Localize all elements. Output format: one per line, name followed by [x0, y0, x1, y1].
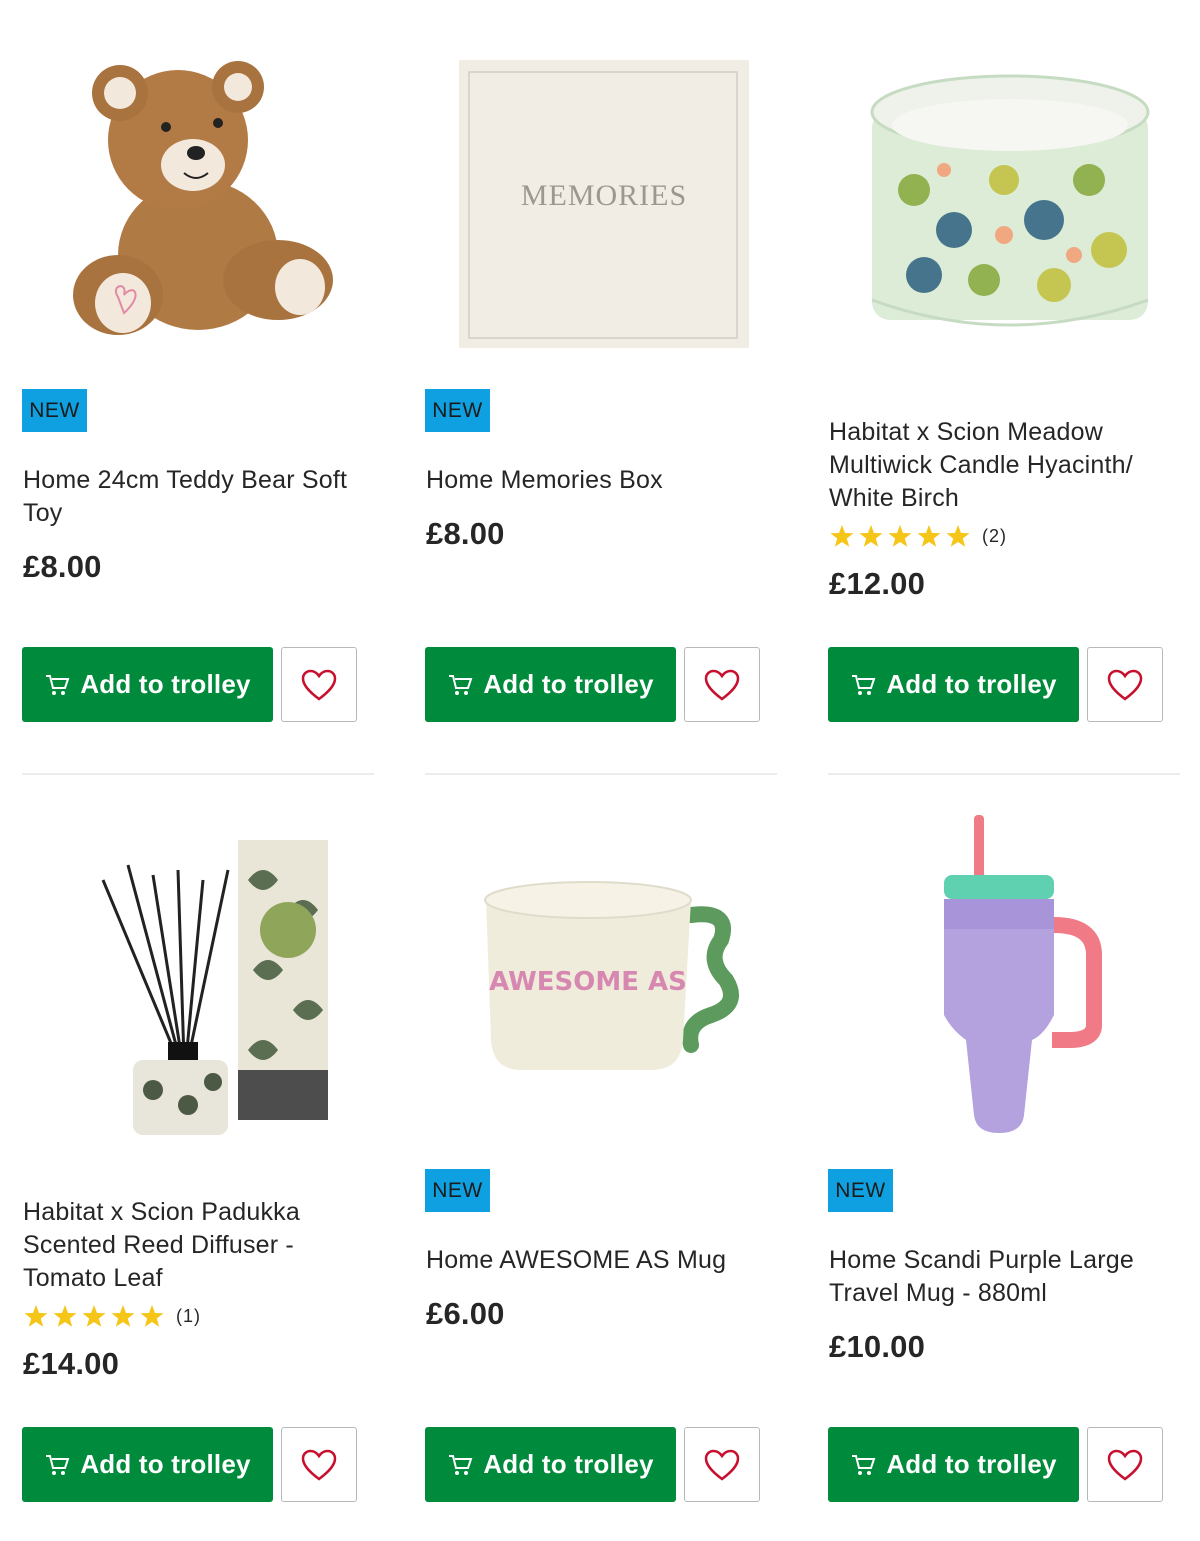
add-to-trolley-button[interactable]: Add to trolley [425, 1427, 676, 1502]
add-to-trolley-label: Add to trolley [886, 1449, 1057, 1479]
wishlist-button[interactable] [281, 1427, 357, 1502]
add-to-trolley-label: Add to trolley [80, 669, 251, 699]
star-icon [111, 1305, 135, 1327]
new-badge: NEW [425, 389, 490, 432]
wishlist-button[interactable] [684, 1427, 760, 1502]
memories-box-icon: MEMORIES [459, 60, 749, 348]
product-image[interactable]: MEMORIES [425, 30, 777, 370]
product-price: £8.00 [23, 549, 102, 584]
wishlist-button[interactable] [281, 647, 357, 722]
product-price: £10.00 [829, 1329, 926, 1364]
product-title-line: Scented Reed Diffuser - [23, 1231, 294, 1259]
product-title[interactable]: Home 24cm Teddy Bear Soft Toy [23, 464, 347, 530]
star-icon [82, 1305, 106, 1327]
wishlist-button[interactable] [1087, 647, 1163, 722]
product-title-line: Toy [23, 499, 63, 527]
heart-icon [301, 1449, 337, 1481]
floral-candle-icon [870, 74, 1150, 327]
product-title-line: Home Scandi Purple Large [829, 1246, 1134, 1274]
star-icon [888, 525, 912, 547]
product-image[interactable]: AWESOME AS [425, 810, 777, 1150]
star-icon [946, 525, 970, 547]
teddy-bear-icon [73, 61, 333, 335]
add-to-trolley-button[interactable]: Add to trolley [425, 647, 676, 722]
product-title[interactable]: Habitat x Scion Padukka Scented Reed Dif… [23, 1196, 300, 1295]
product-price: £14.00 [23, 1346, 120, 1381]
product-title-line: Home Memories Box [426, 466, 663, 494]
product-title[interactable]: Home AWESOME AS Mug [426, 1244, 726, 1277]
new-badge: NEW [22, 389, 87, 432]
heart-icon [301, 669, 337, 701]
trolley-icon [449, 674, 473, 695]
product-price: £12.00 [829, 566, 926, 601]
heart-icon [704, 1449, 740, 1481]
wishlist-button[interactable] [684, 647, 760, 722]
add-to-trolley-label: Add to trolley [80, 1449, 251, 1479]
add-to-trolley-label: Add to trolley [886, 669, 1057, 699]
product-title-line: Travel Mug - 880ml [829, 1279, 1048, 1307]
product-title-line: Habitat x Scion Meadow [829, 418, 1103, 446]
heart-icon [1107, 1449, 1143, 1481]
review-count: (1) [176, 1305, 201, 1326]
star-icon [917, 525, 941, 547]
review-count: (2) [982, 525, 1007, 546]
product-title-line: Multiwick Candle Hyacinth/ [829, 451, 1133, 479]
product-title-line: Home AWESOME AS Mug [426, 1246, 727, 1274]
product-image[interactable] [828, 810, 1180, 1150]
heart-icon [1107, 669, 1143, 701]
trolley-icon [46, 674, 70, 695]
add-to-trolley-button[interactable]: Add to trolley [22, 1427, 273, 1502]
star-rating[interactable]: (2) [829, 523, 1007, 549]
product-image[interactable] [22, 810, 374, 1150]
new-badge: NEW [425, 1169, 490, 1212]
product-title[interactable]: Home Memories Box [426, 464, 663, 497]
star-icon [53, 1305, 77, 1327]
add-to-trolley-button[interactable]: Add to trolley [828, 1427, 1079, 1502]
reed-diffuser-icon [101, 840, 328, 1135]
wishlist-button[interactable] [1087, 1427, 1163, 1502]
trolley-icon [449, 1454, 473, 1475]
product-image[interactable] [828, 30, 1180, 370]
add-to-trolley-label: Add to trolley [483, 669, 654, 699]
add-to-trolley-label: Add to trolley [483, 1449, 654, 1479]
product-title-line: Habitat x Scion Padukka [23, 1198, 300, 1226]
new-badge: NEW [828, 1169, 893, 1212]
row-divider [828, 773, 1180, 775]
trolley-icon [46, 1454, 70, 1475]
heart-icon [704, 669, 740, 701]
mug-icon: AWESOME AS [484, 881, 739, 1070]
add-to-trolley-button[interactable]: Add to trolley [828, 647, 1079, 722]
row-divider [22, 773, 374, 775]
add-to-trolley-button[interactable]: Add to trolley [22, 647, 273, 722]
memories-box-text: MEMORIES [521, 179, 687, 212]
star-rating[interactable]: (1) [23, 1303, 201, 1329]
travel-mug-icon [944, 815, 1102, 1133]
product-title-line: Home 24cm Teddy Bear Soft [23, 466, 348, 494]
row-divider [425, 773, 777, 775]
product-image[interactable] [22, 30, 374, 370]
product-title[interactable]: Habitat x Scion Meadow Multiwick Candle … [829, 416, 1133, 515]
star-icon [859, 525, 883, 547]
star-icon [24, 1305, 48, 1327]
product-price: £6.00 [426, 1296, 505, 1331]
star-icon [140, 1305, 164, 1327]
mug-text: AWESOME AS [489, 967, 687, 997]
star-icon [830, 525, 854, 547]
product-title-line: White Birch [829, 484, 960, 512]
product-price: £8.00 [426, 516, 505, 551]
product-title[interactable]: Home Scandi Purple Large Travel Mug - 88… [829, 1244, 1134, 1310]
trolley-icon [852, 1454, 876, 1475]
trolley-icon [852, 674, 876, 695]
product-title-line: Tomato Leaf [23, 1264, 163, 1292]
